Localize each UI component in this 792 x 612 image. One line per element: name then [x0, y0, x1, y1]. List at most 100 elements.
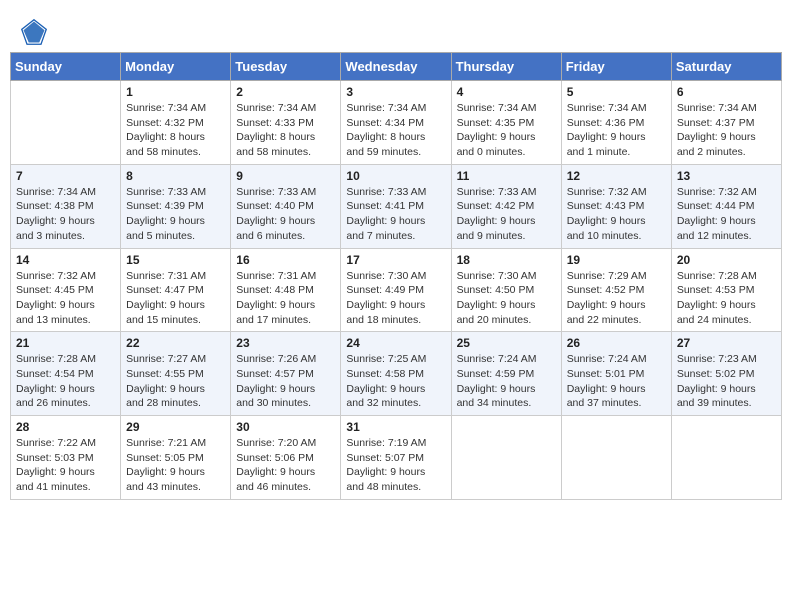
calendar-cell [561, 416, 671, 500]
calendar-cell: 17Sunrise: 7:30 AM Sunset: 4:49 PM Dayli… [341, 248, 451, 332]
calendar-cell: 4 Sunrise: 7:34 AM Sunset: 4:35 PM Daylig… [451, 81, 561, 165]
day-number: 17 [346, 253, 445, 267]
day-number: 30 [236, 420, 335, 434]
calendar-cell: 7 Sunrise: 7:34 AM Sunset: 4:38 PM Daylig… [11, 164, 121, 248]
calendar-cell: 13 Sunrise: 7:32 AM Sunset: 4:44 PM Dayli… [671, 164, 781, 248]
day-of-week-header: Wednesday [341, 53, 451, 81]
calendar-week-row: 14 Sunrise: 7:32 AM Sunset: 4:45 PM Dayli… [11, 248, 782, 332]
day-of-week-header: Friday [561, 53, 671, 81]
day-of-week-header: Saturday [671, 53, 781, 81]
cell-content: Sunrise: 7:32 AM Sunset: 4:44 PM Dayligh… [677, 185, 776, 244]
calendar-week-row: 1 Sunrise: 7:34 AM Sunset: 4:32 PM Daylig… [11, 81, 782, 165]
day-number: 31 [346, 420, 445, 434]
day-number: 21 [16, 336, 115, 350]
calendar-cell: 19 Sunrise: 7:29 AM Sunset: 4:52 PM Dayli… [561, 248, 671, 332]
calendar-cell: 16 Sunrise: 7:31 AM Sunset: 4:48 PM Dayli… [231, 248, 341, 332]
calendar-cell: 18 Sunrise: 7:30 AM Sunset: 4:50 PM Dayli… [451, 248, 561, 332]
logo [20, 18, 52, 46]
day-of-week-header: Thursday [451, 53, 561, 81]
calendar-cell: 20 Sunrise: 7:28 AM Sunset: 4:53 PM Dayli… [671, 248, 781, 332]
day-number: 10 [346, 169, 445, 183]
cell-content: Sunrise: 7:31 AM Sunset: 4:48 PM Dayligh… [236, 269, 335, 328]
day-of-week-header: Tuesday [231, 53, 341, 81]
day-number: 2 [236, 85, 335, 99]
calendar-cell: 3Sunrise: 7:34 AM Sunset: 4:34 PM Daylig… [341, 81, 451, 165]
day-number: 13 [677, 169, 776, 183]
calendar-table: SundayMondayTuesdayWednesdayThursdayFrid… [10, 52, 782, 500]
calendar-week-row: 7 Sunrise: 7:34 AM Sunset: 4:38 PM Daylig… [11, 164, 782, 248]
calendar-cell: 5 Sunrise: 7:34 AM Sunset: 4:36 PM Daylig… [561, 81, 671, 165]
day-number: 25 [457, 336, 556, 350]
cell-content: Sunrise: 7:33 AM Sunset: 4:40 PM Dayligh… [236, 185, 335, 244]
cell-content: Sunrise: 7:33 AM Sunset: 4:39 PM Dayligh… [126, 185, 225, 244]
cell-content: Sunrise: 7:25 AM Sunset: 4:58 PM Dayligh… [346, 352, 445, 411]
calendar-cell: 22 Sunrise: 7:27 AM Sunset: 4:55 PM Dayli… [121, 332, 231, 416]
calendar-cell: 28 Sunrise: 7:22 AM Sunset: 5:03 PM Dayli… [11, 416, 121, 500]
day-number: 12 [567, 169, 666, 183]
cell-content: Sunrise: 7:33 AM Sunset: 4:41 PM Dayligh… [346, 185, 445, 244]
cell-content: Sunrise: 7:33 AM Sunset: 4:42 PM Dayligh… [457, 185, 556, 244]
day-number: 20 [677, 253, 776, 267]
calendar-cell: 26 Sunrise: 7:24 AM Sunset: 5:01 PM Dayli… [561, 332, 671, 416]
calendar-week-row: 21 Sunrise: 7:28 AM Sunset: 4:54 PM Dayli… [11, 332, 782, 416]
cell-content: Sunrise: 7:34 AM Sunset: 4:33 PM Dayligh… [236, 101, 335, 160]
logo-icon [20, 18, 48, 46]
day-number: 14 [16, 253, 115, 267]
calendar-cell: 9Sunrise: 7:33 AM Sunset: 4:40 PM Daylig… [231, 164, 341, 248]
cell-content: Sunrise: 7:22 AM Sunset: 5:03 PM Dayligh… [16, 436, 115, 495]
cell-content: Sunrise: 7:24 AM Sunset: 4:59 PM Dayligh… [457, 352, 556, 411]
cell-content: Sunrise: 7:26 AM Sunset: 4:57 PM Dayligh… [236, 352, 335, 411]
cell-content: Sunrise: 7:34 AM Sunset: 4:35 PM Dayligh… [457, 101, 556, 160]
calendar-cell: 2 Sunrise: 7:34 AM Sunset: 4:33 PM Daylig… [231, 81, 341, 165]
calendar-cell [451, 416, 561, 500]
cell-content: Sunrise: 7:34 AM Sunset: 4:34 PM Dayligh… [346, 101, 445, 160]
day-number: 22 [126, 336, 225, 350]
calendar-cell: 8 Sunrise: 7:33 AM Sunset: 4:39 PM Daylig… [121, 164, 231, 248]
calendar-cell [671, 416, 781, 500]
calendar-header-row: SundayMondayTuesdayWednesdayThursdayFrid… [11, 53, 782, 81]
cell-content: Sunrise: 7:34 AM Sunset: 4:32 PM Dayligh… [126, 101, 225, 160]
day-number: 8 [126, 169, 225, 183]
cell-content: Sunrise: 7:27 AM Sunset: 4:55 PM Dayligh… [126, 352, 225, 411]
day-number: 4 [457, 85, 556, 99]
day-number: 27 [677, 336, 776, 350]
day-number: 26 [567, 336, 666, 350]
day-number: 28 [16, 420, 115, 434]
cell-content: Sunrise: 7:28 AM Sunset: 4:53 PM Dayligh… [677, 269, 776, 328]
calendar-cell: 6 Sunrise: 7:34 AM Sunset: 4:37 PM Daylig… [671, 81, 781, 165]
cell-content: Sunrise: 7:28 AM Sunset: 4:54 PM Dayligh… [16, 352, 115, 411]
calendar-cell: 27Sunrise: 7:23 AM Sunset: 5:02 PM Dayli… [671, 332, 781, 416]
cell-content: Sunrise: 7:31 AM Sunset: 4:47 PM Dayligh… [126, 269, 225, 328]
calendar-cell: 30 Sunrise: 7:20 AM Sunset: 5:06 PM Dayli… [231, 416, 341, 500]
cell-content: Sunrise: 7:21 AM Sunset: 5:05 PM Dayligh… [126, 436, 225, 495]
calendar-cell: 10 Sunrise: 7:33 AM Sunset: 4:41 PM Dayli… [341, 164, 451, 248]
calendar-cell: 31 Sunrise: 7:19 AM Sunset: 5:07 PM Dayli… [341, 416, 451, 500]
cell-content: Sunrise: 7:32 AM Sunset: 4:45 PM Dayligh… [16, 269, 115, 328]
cell-content: Sunrise: 7:20 AM Sunset: 5:06 PM Dayligh… [236, 436, 335, 495]
day-number: 1 [126, 85, 225, 99]
day-of-week-header: Sunday [11, 53, 121, 81]
day-number: 19 [567, 253, 666, 267]
cell-content: Sunrise: 7:24 AM Sunset: 5:01 PM Dayligh… [567, 352, 666, 411]
cell-content: Sunrise: 7:34 AM Sunset: 4:37 PM Dayligh… [677, 101, 776, 160]
cell-content: Sunrise: 7:34 AM Sunset: 4:38 PM Dayligh… [16, 185, 115, 244]
day-number: 11 [457, 169, 556, 183]
day-number: 15 [126, 253, 225, 267]
calendar-cell [11, 81, 121, 165]
day-number: 5 [567, 85, 666, 99]
day-number: 16 [236, 253, 335, 267]
day-number: 7 [16, 169, 115, 183]
cell-content: Sunrise: 7:19 AM Sunset: 5:07 PM Dayligh… [346, 436, 445, 495]
calendar-cell: 25 Sunrise: 7:24 AM Sunset: 4:59 PM Dayli… [451, 332, 561, 416]
cell-content: Sunrise: 7:34 AM Sunset: 4:36 PM Dayligh… [567, 101, 666, 160]
calendar-cell: 29 Sunrise: 7:21 AM Sunset: 5:05 PM Dayli… [121, 416, 231, 500]
cell-content: Sunrise: 7:29 AM Sunset: 4:52 PM Dayligh… [567, 269, 666, 328]
calendar-cell: 21 Sunrise: 7:28 AM Sunset: 4:54 PM Dayli… [11, 332, 121, 416]
cell-content: Sunrise: 7:30 AM Sunset: 4:50 PM Dayligh… [457, 269, 556, 328]
day-number: 29 [126, 420, 225, 434]
day-number: 18 [457, 253, 556, 267]
calendar-cell: 11 Sunrise: 7:33 AM Sunset: 4:42 PM Dayli… [451, 164, 561, 248]
calendar-cell: 24Sunrise: 7:25 AM Sunset: 4:58 PM Dayli… [341, 332, 451, 416]
day-number: 6 [677, 85, 776, 99]
day-of-week-header: Monday [121, 53, 231, 81]
